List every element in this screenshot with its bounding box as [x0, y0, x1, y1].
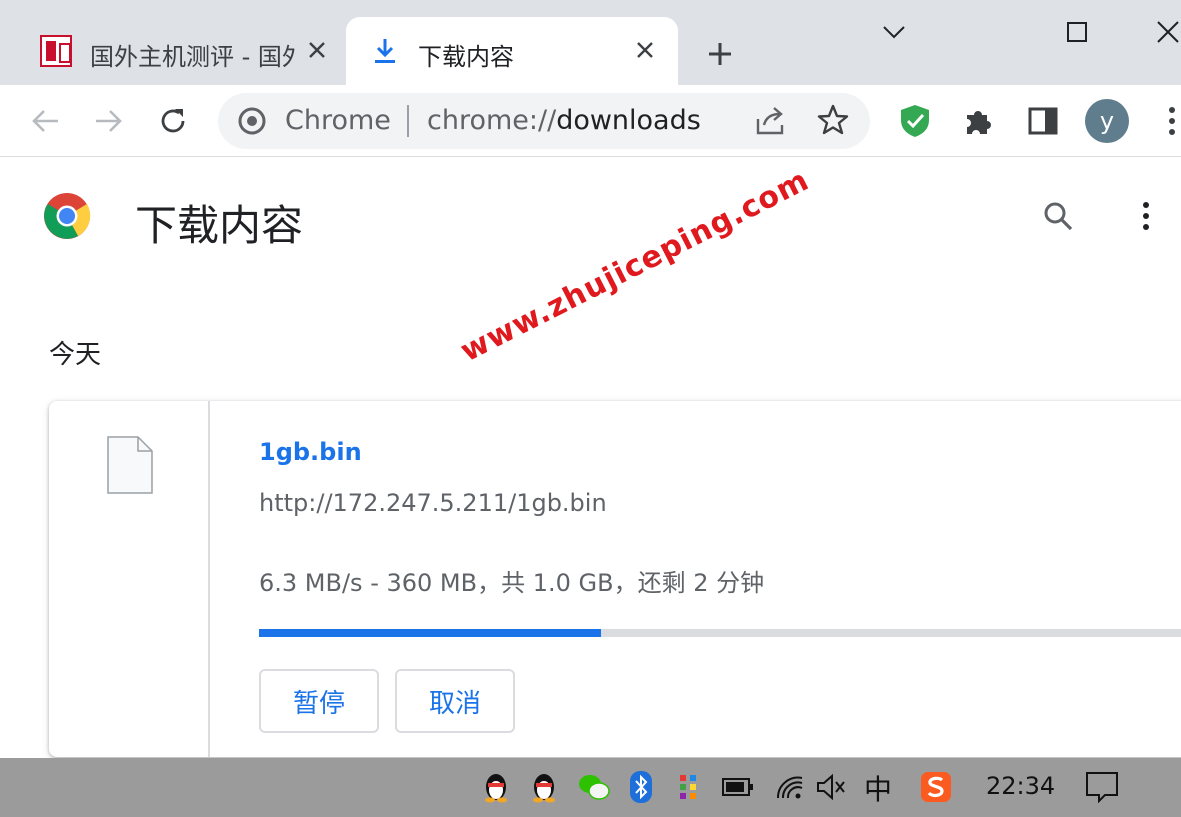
shield-check-icon [901, 105, 929, 137]
pause-button[interactable]: 暂停 [259, 669, 379, 733]
sogou-tray-icon[interactable] [919, 770, 953, 804]
arrow-left-icon [32, 110, 58, 132]
url-scheme: chrome:// [427, 105, 557, 136]
download-status: 6.3 MB/s - 360 MB，共 1.0 GB，还剩 2 分钟 [259, 569, 765, 597]
wechat-tray-icon[interactable] [577, 770, 611, 804]
side-panel-icon [1028, 107, 1058, 135]
share-icon[interactable] [754, 105, 788, 137]
search-icon [1044, 202, 1073, 231]
penguin-icon [533, 774, 555, 803]
address-bar[interactable]: Chrome chrome://downloads [218, 93, 870, 149]
bookmark-star-icon[interactable] [816, 103, 850, 137]
battery-icon [722, 778, 753, 796]
tab-site[interactable]: 国外主机测评 - 国外 [18, 17, 348, 85]
extension-shield-button[interactable] [893, 99, 937, 143]
reload-icon [161, 109, 185, 133]
downloads-menu-button[interactable] [1126, 194, 1166, 238]
sogou-input-icon [921, 772, 951, 802]
new-tab-button[interactable] [700, 34, 740, 74]
volume-muted-icon [817, 773, 845, 801]
qq-tray-icon-2[interactable] [527, 770, 561, 804]
download-progress-fill [259, 629, 601, 637]
site-favicon-icon [40, 35, 72, 67]
tab-strip: 国外主机测评 - 国外 下载内容 [0, 0, 1181, 85]
penguin-icon [485, 774, 507, 803]
puzzle-icon [967, 111, 991, 134]
arrow-right-icon [96, 110, 122, 132]
close-tab-icon[interactable] [302, 35, 332, 65]
download-item-card: 1gb.bin http://172.247.5.211/1gb.bin 6.3… [49, 401, 1181, 757]
chrome-site-icon [238, 107, 266, 135]
wechat-icon [579, 775, 610, 800]
file-icon [107, 436, 153, 494]
chrome-logo-icon [44, 193, 91, 239]
browser-toolbar: Chrome chrome://downloads y [0, 85, 1181, 157]
download-progress-bar [259, 629, 1181, 637]
file-icon-column [49, 401, 210, 757]
browser-menu-button[interactable] [1150, 99, 1181, 143]
ime-indicator[interactable]: 中 [864, 768, 892, 808]
tab-search-button[interactable] [874, 14, 914, 50]
file-source-url[interactable]: http://172.247.5.211/1gb.bin [259, 489, 607, 517]
profile-avatar-button[interactable]: y [1085, 99, 1129, 143]
cancel-button[interactable]: 取消 [395, 669, 515, 733]
date-heading: 今天 [49, 340, 102, 370]
side-panel-button[interactable] [1021, 99, 1065, 143]
tab-title: 下载内容 [418, 43, 514, 71]
tab-downloads[interactable]: 下载内容 [346, 17, 678, 85]
close-tab-icon[interactable] [630, 35, 660, 65]
qq-tray-icon[interactable] [479, 770, 513, 804]
plus-icon [709, 43, 731, 65]
file-name-link[interactable]: 1gb.bin [259, 438, 362, 466]
grid-app-icon [680, 775, 696, 799]
close-icon [1157, 21, 1179, 43]
volume-tray-icon[interactable] [814, 770, 848, 804]
more-vertical-icon [1143, 202, 1149, 230]
more-vertical-icon [1169, 107, 1175, 135]
notification-icon [1086, 772, 1118, 803]
search-downloads-button[interactable] [1036, 194, 1080, 238]
close-window-button[interactable] [1148, 14, 1181, 50]
app-tray-icon[interactable] [672, 770, 706, 804]
omnibox-divider [407, 105, 409, 137]
maximize-button[interactable] [1057, 14, 1097, 50]
wifi-icon [776, 776, 803, 799]
wifi-tray-icon[interactable] [772, 770, 806, 804]
windows-taskbar: 中 22:34 [0, 758, 1181, 817]
back-button[interactable] [23, 99, 67, 143]
chevron-down-icon [883, 26, 905, 39]
reload-button[interactable] [151, 99, 195, 143]
maximize-icon [1067, 22, 1087, 42]
watermark-text: www.zhujiceping.com [455, 162, 815, 370]
download-icon [375, 39, 395, 63]
site-label: Chrome [285, 105, 391, 136]
url-path: downloads [556, 105, 701, 136]
notification-button[interactable] [1085, 770, 1119, 804]
bluetooth-icon [630, 771, 652, 803]
url-text[interactable]: chrome://downloads [427, 105, 701, 136]
clock-time[interactable]: 22:34 [986, 772, 1055, 800]
tab-title: 国外主机测评 - 国外 [90, 43, 295, 71]
page-title: 下载内容 [135, 201, 304, 250]
bluetooth-tray-icon[interactable] [624, 770, 658, 804]
downloads-page: 下载内容 今天 1gb.bin http://172.247.5.211/1gb… [0, 158, 1181, 758]
extensions-button[interactable] [957, 99, 1001, 143]
forward-button[interactable] [87, 99, 131, 143]
battery-tray-icon[interactable] [721, 770, 755, 804]
